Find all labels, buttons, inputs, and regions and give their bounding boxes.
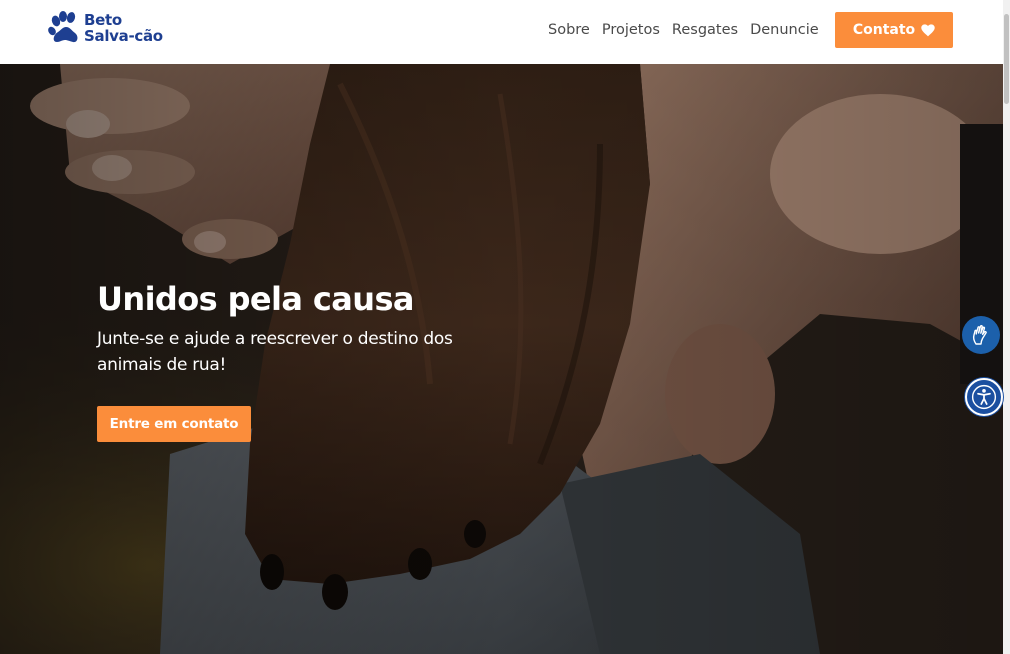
nav-link-sobre[interactable]: Sobre [548,22,590,38]
accessibility-icon [971,384,997,410]
paw-logo-icon [48,11,78,43]
get-in-touch-button[interactable]: Entre em contato [97,406,251,442]
hand-sign-icon [972,324,987,345]
contact-button-label: Contato [852,22,916,38]
hero-title: Unidos pela causa [97,280,415,318]
brand-logo[interactable]: Beto Salva-cão [48,11,178,47]
accessibility-widget-button[interactable] [965,378,1003,416]
hero-section: Unidos pela causa Junte-se e ajude a ree… [0,64,1003,654]
nav-link-denuncie[interactable]: Denuncie [750,22,819,38]
nav-link-projetos[interactable]: Projetos [602,22,660,38]
brand-line2: Salva-cão [84,27,163,45]
scrollbar-thumb[interactable] [1004,14,1009,104]
sign-language-widget-button[interactable] [962,316,1000,354]
brand-line1: Beto [84,11,122,29]
brand-name: Beto Salva-cão [84,12,163,44]
main-nav: Sobre Projetos Resgates Denuncie [548,0,819,60]
navbar: Beto Salva-cão Sobre Projetos Resgates D… [0,0,1003,64]
contact-button[interactable]: Contato [835,12,953,48]
heart-icon [921,23,935,36]
hero-subtitle: Junte-se e ajude a reescrever o destino … [97,329,453,375]
nav-link-resgates[interactable]: Resgates [672,22,738,38]
